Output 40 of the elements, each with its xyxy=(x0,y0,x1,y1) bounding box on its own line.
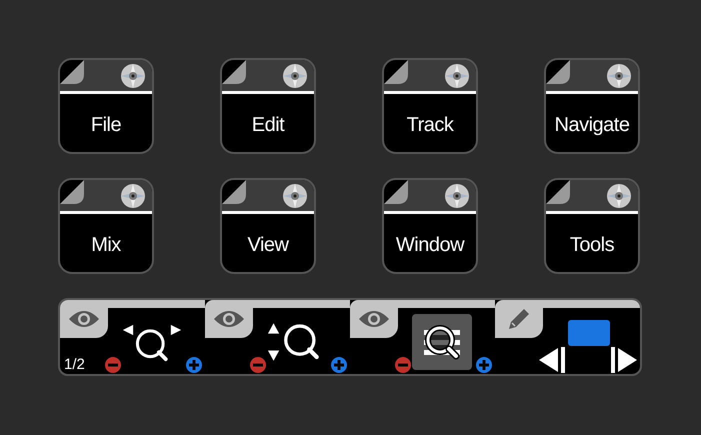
disc-icon xyxy=(606,63,632,89)
plus-icon[interactable] xyxy=(476,357,492,373)
disc-icon xyxy=(120,63,146,89)
trim-left-icon[interactable] xyxy=(539,347,567,373)
eye-icon xyxy=(358,309,390,329)
disc-icon xyxy=(606,183,632,209)
page-corner-icon xyxy=(384,180,410,206)
disc-icon xyxy=(282,183,308,209)
menu-button[interactable]: Window xyxy=(382,178,478,274)
menu-button[interactable]: Track xyxy=(382,58,478,154)
page-corner-icon xyxy=(222,180,248,206)
menu-button[interactable]: View xyxy=(220,178,316,274)
page-corner-icon xyxy=(222,60,248,86)
disc-icon xyxy=(282,63,308,89)
menu-button[interactable]: Tools xyxy=(544,178,640,274)
minus-icon[interactable] xyxy=(395,357,411,373)
page-corner-icon xyxy=(384,60,410,86)
page-indicator: 1/2 xyxy=(64,355,85,374)
menu-button[interactable]: Edit xyxy=(220,58,316,154)
disc-icon xyxy=(444,183,470,209)
menu-button[interactable]: Mix xyxy=(58,178,154,274)
eye-icon xyxy=(68,309,100,329)
plus-icon[interactable] xyxy=(331,357,347,373)
page-corner-icon xyxy=(546,180,572,206)
plus-icon[interactable] xyxy=(186,357,202,373)
disc-icon xyxy=(444,63,470,89)
minus-icon[interactable] xyxy=(250,357,266,373)
disc-icon xyxy=(120,183,146,209)
edit-tab[interactable] xyxy=(495,300,543,338)
trim-right-icon[interactable] xyxy=(609,347,637,373)
eye-icon xyxy=(213,309,245,329)
pencil-icon xyxy=(506,306,532,332)
menu-button[interactable]: Navigate xyxy=(544,58,640,154)
page-corner-icon xyxy=(60,180,86,206)
page-corner-icon xyxy=(60,60,86,86)
minus-icon[interactable] xyxy=(105,357,121,373)
view-tab[interactable] xyxy=(205,300,253,338)
menu-button[interactable]: File xyxy=(58,58,154,154)
view-tab[interactable] xyxy=(350,300,398,338)
page-corner-icon xyxy=(546,60,572,86)
